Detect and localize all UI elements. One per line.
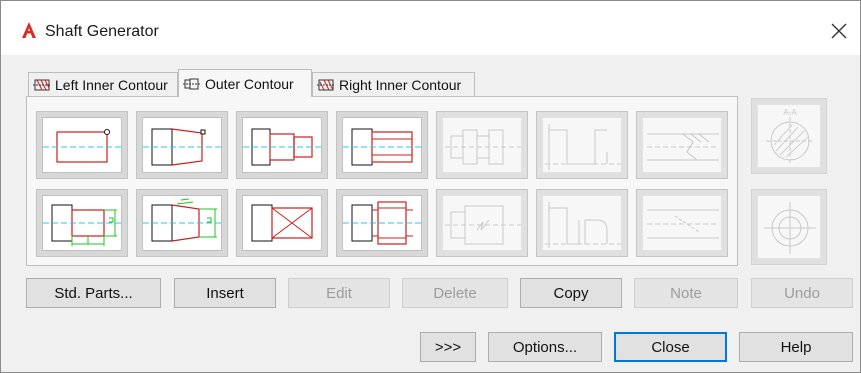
chamfer-section-tool-button[interactable] [636, 189, 728, 257]
close-button[interactable]: Close [614, 332, 727, 362]
polygon-cross-icon [251, 204, 313, 242]
cone-icon [143, 128, 223, 166]
bearing-section-icon [445, 129, 521, 165]
shaft-generator-dialog: Shaft Generator Left Inner Contour Outer… [0, 0, 861, 373]
expand-button[interactable]: >>> [420, 332, 476, 362]
tab-outer-contour[interactable]: Outer Contour [178, 69, 312, 97]
autocad-logo-icon [21, 21, 37, 39]
help-button[interactable]: Help [739, 332, 853, 362]
tab-right-inner-contour[interactable]: Right Inner Contour [312, 72, 475, 96]
tab-label: Right Inner Contour [339, 76, 462, 93]
cone-dimension-icon [143, 198, 223, 242]
outer-contour-icon [183, 78, 201, 89]
undercut-section-tool-button[interactable] [536, 189, 628, 257]
cylinder-dimension-tool-button[interactable] [36, 189, 128, 257]
cone-dimension-tool-button[interactable] [136, 189, 228, 257]
delete-button[interactable]: Delete [402, 278, 508, 308]
thread-section-tool-button[interactable] [636, 111, 728, 179]
side-view-tool-button[interactable] [751, 189, 827, 265]
chamfer-section-icon [647, 209, 719, 239]
groove-section-tool-button[interactable] [536, 111, 628, 179]
step-shaft-tool-button[interactable] [336, 111, 428, 179]
cross-section-tool-button[interactable]: A-A [751, 98, 827, 174]
cylinder-tool-button[interactable] [36, 111, 128, 179]
left-inner-contour-icon [33, 79, 51, 90]
polygon-cross-tool-button[interactable] [236, 189, 328, 257]
close-icon[interactable] [827, 19, 851, 43]
options-button[interactable]: Options... [488, 332, 602, 362]
bearing-section-tool-button[interactable] [436, 111, 528, 179]
edit-button[interactable]: Edit [288, 278, 390, 308]
note-button[interactable]: Note [634, 278, 738, 308]
shoulder-icon [243, 128, 323, 166]
section-label: A-A [783, 108, 797, 117]
break-section-icon [445, 205, 521, 245]
shoulder-tool-button[interactable] [236, 111, 328, 179]
cross-section-icon: A-A [766, 108, 814, 165]
side-view-icon [764, 202, 816, 254]
right-inner-contour-icon [317, 79, 335, 90]
std-parts-button[interactable]: Std. Parts... [26, 278, 161, 308]
step-shaft-icon [343, 128, 423, 166]
tab-label: Outer Contour [205, 75, 294, 92]
thread-section-icon [647, 133, 719, 161]
tab-label: Left Inner Contour [55, 76, 168, 93]
break-section-tool-button[interactable] [436, 189, 528, 257]
title-bar: Shaft Generator [1, 1, 860, 55]
tab-left-inner-contour[interactable]: Left Inner Contour [28, 72, 178, 96]
window-title: Shaft Generator [45, 23, 159, 40]
undercut-section-icon [545, 202, 621, 248]
cylinder-icon [43, 129, 123, 163]
undo-button[interactable]: Undo [751, 278, 853, 308]
profile-section-tool-button[interactable] [336, 189, 428, 257]
insert-button[interactable]: Insert [174, 278, 276, 308]
copy-button[interactable]: Copy [520, 278, 622, 308]
cylinder-dimension-icon [43, 204, 123, 246]
profile-section-icon [343, 201, 423, 245]
groove-section-icon [545, 124, 621, 170]
cone-tool-button[interactable] [136, 111, 228, 179]
